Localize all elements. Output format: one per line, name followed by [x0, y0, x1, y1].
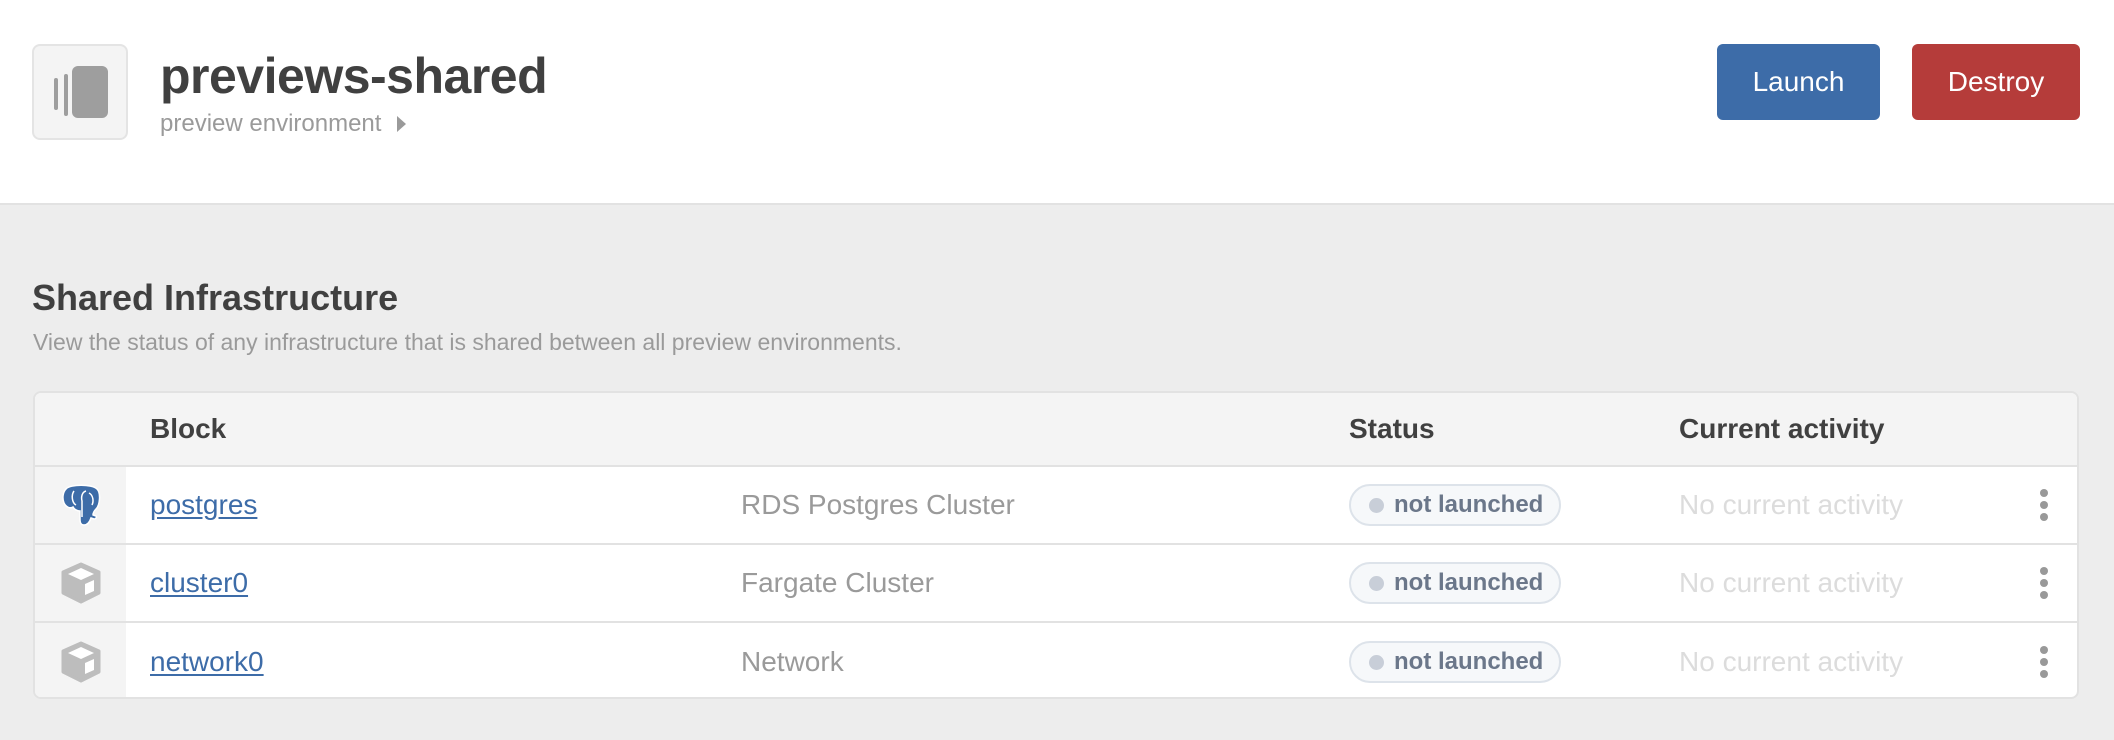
status-cell: not launched [1349, 623, 1562, 697]
table-header: Block Status Current activity [35, 393, 2077, 467]
block-link[interactable]: cluster0 [150, 567, 248, 599]
status-badge: not launched [1349, 641, 1562, 683]
page-header: previews-shared preview environment Laun… [0, 0, 2114, 205]
current-activity: No current activity [1679, 567, 1904, 598]
kebab-menu-icon[interactable] [2029, 623, 2059, 697]
status-dot-icon [1369, 497, 1384, 513]
column-header-block: Block [150, 413, 227, 444]
status-dot-icon [1369, 654, 1384, 670]
page-title: previews-shared [160, 48, 548, 104]
block-type: Network [741, 646, 844, 677]
block-icon-cell [35, 545, 126, 621]
status-label: not launched [1394, 569, 1544, 596]
kebab-menu-icon[interactable] [2029, 467, 2059, 543]
environment-stack-icon [32, 44, 128, 140]
block-icon-cell [35, 467, 126, 543]
cube-icon [61, 641, 100, 683]
destroy-button[interactable]: Destroy [1912, 44, 2080, 120]
block-icon-cell [35, 623, 126, 697]
block-link[interactable]: postgres [150, 489, 257, 521]
status-label: not launched [1394, 491, 1544, 518]
shared-infrastructure-table: Block Status Current activity postgres R… [33, 391, 2079, 699]
status-badge: not launched [1349, 484, 1562, 526]
kebab-menu-icon[interactable] [2029, 545, 2059, 621]
status-cell: not launched [1349, 545, 1562, 621]
column-header-status: Status [1349, 413, 1435, 444]
block-link[interactable]: network0 [150, 646, 264, 678]
status-label: not launched [1394, 648, 1544, 675]
block-type: Fargate Cluster [741, 567, 934, 598]
launch-button[interactable]: Launch [1717, 44, 1880, 120]
environment-type-label: preview environment [160, 110, 382, 137]
postgres-elephant-icon [61, 484, 100, 526]
block-type: RDS Postgres Cluster [741, 489, 1015, 520]
column-header-current-activity: Current activity [1679, 413, 1885, 444]
caret-right-icon [397, 116, 407, 132]
status-cell: not launched [1349, 467, 1562, 543]
section-description: View the status of any infrastructure th… [33, 329, 902, 355]
environment-type-toggle[interactable]: preview environment [160, 110, 407, 138]
cube-icon [61, 562, 100, 604]
table-row: cluster0 Fargate Cluster not launched No… [35, 545, 2077, 623]
table-row: postgres RDS Postgres Cluster not launch… [35, 467, 2077, 545]
current-activity: No current activity [1679, 646, 1904, 677]
section-title: Shared Infrastructure [32, 277, 399, 318]
status-badge: not launched [1349, 562, 1562, 604]
status-dot-icon [1369, 575, 1384, 591]
table-row: network0 Network not launched No current… [35, 623, 2077, 697]
current-activity: No current activity [1679, 489, 1904, 520]
